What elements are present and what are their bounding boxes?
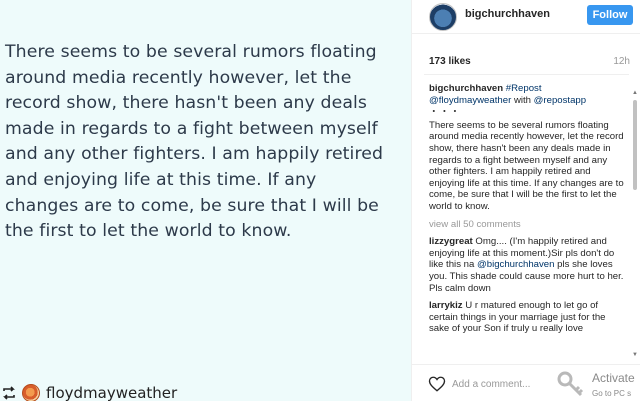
post-image-text: There seems to be several rumors floatin… — [5, 40, 405, 245]
caption-username[interactable]: bigchurchhaven — [429, 83, 503, 94]
header-username[interactable]: bigchurchhaven — [465, 8, 550, 20]
post-image-line: There seems to be several rumors floatin… — [5, 42, 377, 62]
caption-with: with — [513, 94, 531, 106]
post-side-panel: bigchurchhaven Follow 173 likes 12h bigc… — [411, 0, 640, 401]
scroll-down-icon[interactable]: ▼ — [632, 352, 638, 358]
avatar[interactable] — [429, 3, 457, 31]
comments-list: bigchurchhaven #Repost @floydmayweather … — [429, 83, 626, 361]
comments-scrollbar[interactable]: ▲ ▼ — [632, 90, 638, 358]
post-image-line: record show, there hasn't been any deals — [5, 93, 368, 114]
repost-icon — [2, 386, 16, 400]
activation-watermark-subtitle: Go to PC s — [592, 389, 632, 398]
post-image-line: around media recently however, let the — [5, 67, 352, 88]
scroll-thumb[interactable] — [633, 100, 637, 190]
key-icon — [555, 369, 587, 399]
caption: bigchurchhaven #Repost @floydmayweather … — [429, 83, 626, 213]
caption-mention[interactable]: @floydmayweather — [429, 95, 511, 106]
post-image-line: and any other fighters. I am happily ret… — [5, 144, 384, 165]
comment-item: larrykiz U r matured enough to let go of… — [429, 300, 626, 335]
regram-username: floydmayweather — [46, 384, 178, 401]
comment-mention[interactable]: @bigchurchhaven — [477, 259, 554, 270]
follow-button[interactable]: Follow — [587, 5, 633, 25]
post-image-line: made in regards to a fight between mysel… — [5, 118, 378, 139]
post-image-line: and enjoying life at this time. If any — [5, 169, 317, 190]
comment-username[interactable]: lizzygreat — [429, 236, 473, 247]
post-header: bigchurchhaven Follow — [412, 0, 640, 34]
activation-watermark-title: Activate — [592, 371, 635, 385]
post-image-line: the first to let the world to know. — [5, 221, 292, 242]
caption-dots: ・・・ — [429, 107, 461, 119]
heart-icon[interactable] — [428, 375, 446, 393]
regram-avatar — [22, 384, 40, 401]
post-image-line: changes are to come, be sure that I will… — [5, 195, 379, 216]
regram-credit: floydmayweather — [0, 381, 300, 401]
comment-item: lizzygreat Omg.... (I'm happily retired … — [429, 236, 626, 294]
divider — [424, 74, 629, 75]
timestamp: 12h — [613, 56, 630, 67]
add-comment-input[interactable] — [452, 376, 552, 392]
scroll-up-icon[interactable]: ▲ — [632, 90, 638, 96]
repost-hashtag[interactable]: #Repost — [506, 83, 542, 94]
caption-body: There seems to be several rumors floatin… — [429, 119, 624, 212]
comment-username[interactable]: larrykiz — [429, 300, 463, 311]
post-image: There seems to be several rumors floatin… — [0, 0, 411, 401]
add-comment-bar: Activate Go to PC s — [412, 364, 640, 401]
view-all-comments-link[interactable]: view all 50 comments — [429, 219, 626, 231]
app-mention[interactable]: @repostapp — [534, 95, 586, 106]
likes-count[interactable]: 173 likes — [429, 56, 471, 67]
